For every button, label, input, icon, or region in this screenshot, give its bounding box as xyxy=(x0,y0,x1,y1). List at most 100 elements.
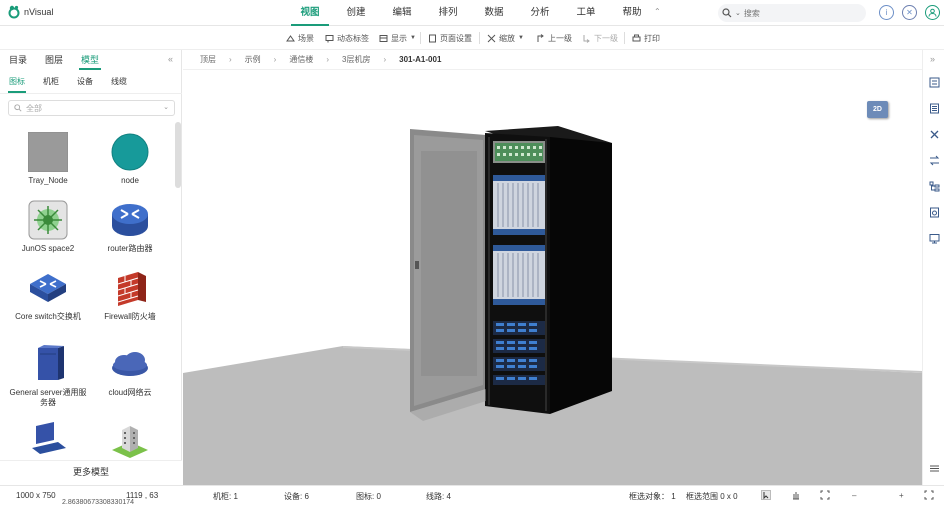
close-circle-icon[interactable]: ✕ xyxy=(902,5,917,20)
breadcrumb-item[interactable]: 3层机房 xyxy=(342,54,370,65)
menu-analyze[interactable]: 分析 xyxy=(517,0,563,26)
page-setup-button[interactable]: 页面设置 xyxy=(428,26,472,50)
breadcrumb-item[interactable]: 顶层 xyxy=(200,54,216,65)
level-up-label: 上一级 xyxy=(548,33,572,43)
right-toolbar: » xyxy=(922,50,944,485)
zoom-out-button[interactable]: – xyxy=(852,491,856,500)
breadcrumb-item[interactable]: 通信楼 xyxy=(289,54,313,65)
left-panel: 目录 图层 模型 « 图标 机柜 设备 线缆 全部 ⌄ Tray_Node no… xyxy=(0,50,182,485)
menu-edit[interactable]: 编辑 xyxy=(379,0,425,26)
fullscreen-icon[interactable] xyxy=(924,490,934,500)
expand-panel-icon[interactable]: » xyxy=(930,54,935,64)
model-cloud[interactable]: cloud网络云 xyxy=(90,344,170,398)
tab-models[interactable]: 模型 xyxy=(72,50,108,70)
app-logo[interactable]: nVisual xyxy=(8,5,53,19)
model-building[interactable] xyxy=(90,420,170,464)
view-toolbar: 场景 动态标签 显示 ▼ 页面设置 缩放 ▼ 上一级 下一级 打印 xyxy=(0,26,944,50)
search-input[interactable] xyxy=(743,8,844,18)
teal-circle-icon xyxy=(110,132,150,172)
breadcrumb-item[interactable]: 示例 xyxy=(245,54,261,65)
flow-icon[interactable] xyxy=(929,155,940,166)
3d-viewport[interactable]: 2D xyxy=(183,71,922,485)
canvas-size: 1000 x 750 xyxy=(16,491,56,500)
model-label: node xyxy=(121,176,139,185)
menu-lines-icon[interactable] xyxy=(929,463,940,474)
dynamic-label-button[interactable]: 动态标签 xyxy=(325,26,369,50)
properties-icon[interactable] xyxy=(929,77,940,88)
caret-down-icon: ▼ xyxy=(518,35,524,41)
model-label: Tray_Node xyxy=(28,176,68,185)
rack-scene xyxy=(183,126,922,485)
print-button[interactable]: 打印 xyxy=(632,26,660,50)
hand-icon[interactable] xyxy=(791,490,801,500)
workstation-icon xyxy=(28,420,68,460)
selected-count: 框选对象： 1 xyxy=(629,492,676,501)
model-general-server[interactable]: General server通用服务器 xyxy=(8,344,88,408)
pointer-icon[interactable] xyxy=(761,490,771,500)
subtab-cables[interactable]: 线缆 xyxy=(102,72,136,93)
model-node[interactable]: node xyxy=(90,132,170,186)
top-bar: nVisual 视图 创建 编辑 排列 数据 分析 工单 帮助 ⌃ ⌄ i ✕ xyxy=(0,0,944,26)
scene-label: 场景 xyxy=(298,33,314,43)
switch-icon xyxy=(28,268,68,308)
level-up-icon xyxy=(537,33,544,42)
model-core-switch[interactable]: Core switch交换机 xyxy=(8,268,88,322)
page-setup-label: 页面设置 xyxy=(440,33,472,43)
gray-square-icon xyxy=(28,132,68,172)
level-down-label: 下一级 xyxy=(594,33,618,43)
model-workstation[interactable] xyxy=(8,420,88,464)
subtab-cabinets[interactable]: 机柜 xyxy=(34,72,68,93)
cabinet-count: 机柜: 1 xyxy=(213,492,238,501)
fit-screen-icon[interactable] xyxy=(820,490,830,500)
caret-down-icon: ▼ xyxy=(410,35,416,41)
subtab-icons[interactable]: 图标 xyxy=(0,72,34,93)
search-icon[interactable] xyxy=(722,8,732,18)
model-label: router路由器 xyxy=(107,244,153,253)
model-router[interactable]: router路由器 xyxy=(90,200,170,254)
monitor-icon[interactable] xyxy=(929,233,940,244)
model-label: General server通用服务器 xyxy=(9,388,87,407)
main-menu: 视图 创建 编辑 排列 数据 分析 工单 帮助 xyxy=(287,0,655,26)
tab-layers[interactable]: 图层 xyxy=(36,50,72,70)
model-list-scrollbar[interactable] xyxy=(175,122,181,188)
user-icon[interactable] xyxy=(925,5,940,20)
collapse-toolbar-icon[interactable]: ⌃ xyxy=(654,7,661,16)
scene-button[interactable]: 场景 xyxy=(286,26,314,50)
more-models-button[interactable]: 更多模型 xyxy=(0,460,182,485)
model-firewall[interactable]: Firewall防火墙 xyxy=(90,268,170,322)
toggle-2d-button[interactable]: 2D xyxy=(867,101,888,118)
model-filter-select[interactable]: 全部 ⌄ xyxy=(8,100,175,116)
model-label: Firewall防火墙 xyxy=(104,312,156,321)
menu-workorder[interactable]: 工单 xyxy=(563,0,609,26)
cursor-extra: 2.86380673308330174 xyxy=(62,499,135,506)
zoom-in-button[interactable]: + xyxy=(899,491,904,500)
menu-create[interactable]: 创建 xyxy=(333,0,379,26)
tree-icon[interactable] xyxy=(929,181,940,192)
display-label: 显示 xyxy=(391,33,407,43)
tab-catalog[interactable]: 目录 xyxy=(0,50,36,70)
menu-arrange[interactable]: 排列 xyxy=(425,0,471,26)
level-up-button[interactable]: 上一级 xyxy=(536,26,572,50)
display-icon xyxy=(379,34,388,42)
model-tray-node[interactable]: Tray_Node xyxy=(8,132,88,186)
cloud-icon xyxy=(110,344,150,384)
search-icon xyxy=(14,104,22,112)
subtab-devices[interactable]: 设备 xyxy=(68,72,102,93)
info-icon[interactable]: i xyxy=(879,5,894,20)
model-junos-space2[interactable]: JunOS space2 xyxy=(8,200,88,254)
menu-help[interactable]: 帮助 xyxy=(609,0,655,26)
list-icon[interactable] xyxy=(929,103,940,114)
firewall-icon xyxy=(110,268,150,308)
search-scope-chevron-icon[interactable]: ⌄ xyxy=(735,9,741,17)
display-dropdown[interactable]: 显示 ▼ xyxy=(379,26,416,50)
model-label: cloud网络云 xyxy=(108,388,152,397)
menu-view[interactable]: 视图 xyxy=(287,0,333,26)
zoom-dropdown[interactable]: 缩放 ▼ xyxy=(487,26,524,50)
tag-icon xyxy=(325,34,334,42)
model-label: Core switch交换机 xyxy=(15,312,81,321)
menu-data[interactable]: 数据 xyxy=(471,0,517,26)
tools-icon[interactable] xyxy=(929,129,940,140)
report-icon[interactable] xyxy=(929,207,940,218)
level-down-button[interactable]: 下一级 xyxy=(582,26,618,50)
collapse-panel-icon[interactable]: « xyxy=(168,54,173,64)
